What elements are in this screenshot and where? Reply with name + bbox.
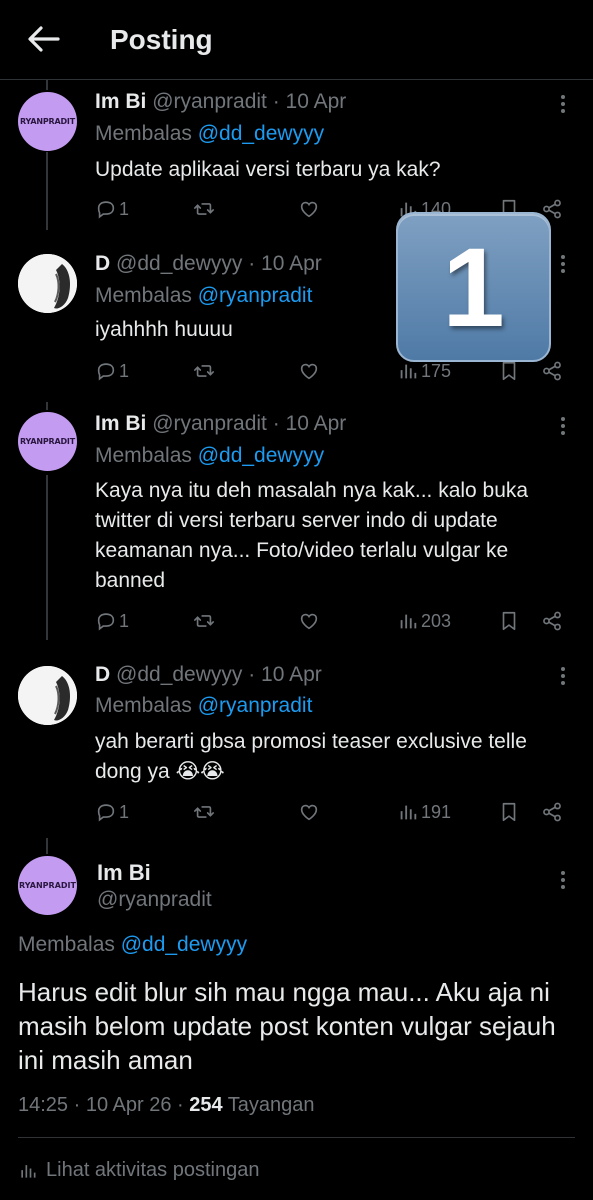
retweet-icon	[194, 365, 214, 377]
reply-button[interactable]: 1	[95, 797, 129, 827]
replying-to: Membalas @dd_dewyyy	[95, 444, 325, 467]
like-icon	[300, 201, 318, 218]
like-icon	[300, 363, 318, 380]
views-icon	[400, 805, 417, 820]
retweet-button[interactable]	[193, 194, 215, 224]
more-icon[interactable]	[556, 868, 570, 894]
thread-line	[46, 80, 48, 90]
tweet-actions: 1 203	[95, 606, 575, 636]
views-button[interactable]: 203	[397, 606, 451, 636]
post-activity-link[interactable]: Lihat aktivitas postingan	[18, 1159, 259, 1182]
reply-button[interactable]: 1	[95, 356, 129, 386]
tweet-text: yah berarti gbsa promosi teaser exclusiv…	[95, 730, 527, 783]
share-icon	[543, 611, 561, 631]
tweet-actions: 1 191	[95, 797, 575, 827]
reply-icon	[97, 804, 115, 822]
like-icon	[300, 804, 318, 821]
author-name[interactable]: D	[95, 252, 110, 275]
bookmark-button[interactable]	[498, 797, 520, 827]
share-button[interactable]	[541, 606, 563, 636]
avatar[interactable]: RYANPRADIT	[18, 92, 77, 151]
replying-to: Membalas @ryanpradit	[95, 284, 313, 307]
avatar[interactable]	[18, 254, 77, 313]
bookmark-icon	[502, 361, 516, 381]
replying-to: Membalas @dd_dewyyy	[18, 933, 248, 956]
retweet-button[interactable]	[193, 356, 215, 386]
bookmark-icon	[502, 611, 516, 631]
bookmark-button[interactable]	[498, 606, 520, 636]
views-icon	[21, 1164, 36, 1178]
author-meta: @ryanpradit · 10 Apr	[152, 90, 347, 113]
share-icon	[543, 802, 561, 822]
thread-line	[46, 475, 48, 640]
page-title: Posting	[110, 24, 213, 55]
reply-icon	[97, 201, 115, 219]
tweet-text: Update aplikaai versi terbaru ya kak?	[95, 158, 441, 181]
more-icon[interactable]	[556, 92, 570, 118]
share-button[interactable]	[541, 797, 563, 827]
profile-photo-icon	[18, 666, 77, 725]
reply-button[interactable]: 1	[95, 606, 129, 636]
more-icon[interactable]	[556, 664, 570, 690]
avatar[interactable]	[18, 666, 77, 725]
author-meta: @dd_dewyyy · 10 Apr	[116, 663, 322, 686]
replying-to: Membalas @ryanpradit	[95, 694, 313, 717]
more-icon[interactable]	[556, 414, 570, 440]
tweet-text: Harus edit blur sih mau ngga mau... Aku …	[18, 977, 556, 1075]
divider	[18, 1137, 575, 1138]
like-button[interactable]	[298, 356, 320, 386]
views-button[interactable]: 191	[397, 797, 451, 827]
author-name[interactable]: D	[95, 663, 110, 686]
author-meta: @dd_dewyyy · 10 Apr	[116, 252, 322, 275]
bookmark-icon	[502, 802, 516, 822]
number-badge-overlay: 1	[396, 212, 551, 362]
author-handle[interactable]: @ryanpradit	[97, 888, 212, 912]
views-icon	[400, 364, 417, 379]
retweet-icon	[194, 615, 214, 627]
top-bar: Posting	[0, 0, 593, 80]
replying-to: Membalas @dd_dewyyy	[95, 122, 325, 145]
mention-link[interactable]: @dd_dewyyy	[121, 933, 247, 956]
mention-link[interactable]: @dd_dewyyy	[198, 444, 324, 467]
mention-link[interactable]: @ryanpradit	[198, 284, 313, 307]
more-icon[interactable]	[556, 252, 570, 278]
retweet-icon	[194, 806, 214, 818]
thread-line	[46, 152, 48, 230]
thread-line	[46, 838, 48, 854]
author-name[interactable]: Im Bi	[95, 412, 146, 435]
post-meta: 14:25 · 10 Apr 26 · 254 Tayangan	[18, 1094, 315, 1116]
views-icon	[400, 614, 417, 629]
view-count: 254	[189, 1094, 223, 1116]
reply-icon	[97, 613, 115, 631]
reply-button[interactable]: 1	[95, 194, 129, 224]
like-button[interactable]	[298, 606, 320, 636]
retweet-button[interactable]	[193, 797, 215, 827]
retweet-icon	[194, 203, 214, 215]
like-button[interactable]	[298, 194, 320, 224]
mention-link[interactable]: @dd_dewyyy	[198, 122, 324, 145]
like-button[interactable]	[298, 797, 320, 827]
share-icon	[543, 361, 561, 381]
author-name[interactable]: Im Bi	[97, 860, 151, 886]
author-name[interactable]: Im Bi	[95, 90, 146, 113]
tweet-text: Kaya nya itu deh masalah nya kak... kalo…	[95, 479, 529, 592]
author-meta: @ryanpradit · 10 Apr	[152, 412, 347, 435]
profile-photo-icon	[18, 254, 77, 313]
avatar[interactable]: RYANPRADIT	[18, 856, 77, 915]
back-arrow-icon[interactable]	[26, 24, 60, 54]
share-button[interactable]	[541, 356, 563, 386]
reply-icon	[97, 363, 115, 381]
avatar[interactable]: RYANPRADIT	[18, 412, 77, 471]
retweet-button[interactable]	[193, 606, 215, 636]
like-icon	[300, 613, 318, 630]
thread-line	[46, 402, 48, 410]
mention-link[interactable]: @ryanpradit	[198, 694, 313, 717]
